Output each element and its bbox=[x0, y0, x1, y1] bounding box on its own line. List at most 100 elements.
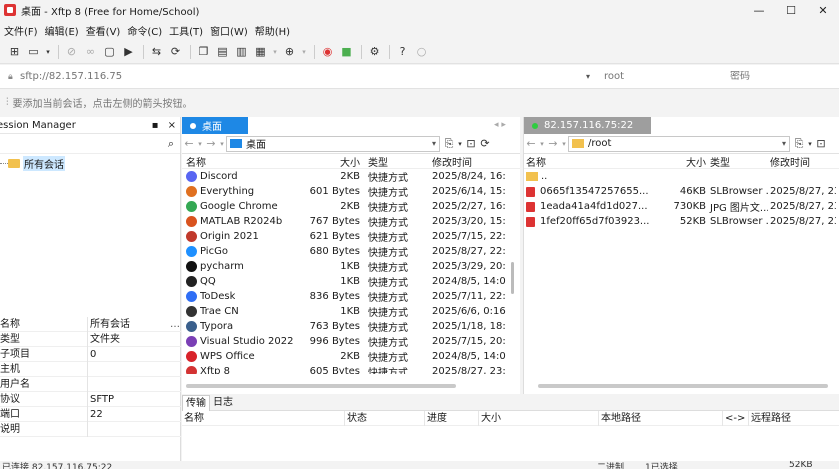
file-row[interactable]: MATLAB R2024b 767 Bytes 快捷方式 2025/3/20, 15: bbox=[182, 214, 520, 229]
refresh-icon[interactable]: ⟳ bbox=[478, 137, 492, 150]
transfer-col-status[interactable]: 状态 bbox=[345, 410, 425, 426]
forward-arrow-icon[interactable]: → bbox=[204, 137, 218, 150]
transfer-col-remote-path[interactable]: 远程路径 bbox=[749, 411, 839, 426]
disconnect-icon[interactable]: ⊘ bbox=[63, 43, 80, 60]
edit-ellipsis-button[interactable]: … bbox=[169, 319, 181, 330]
local-path-box[interactable]: 桌面 ▾ bbox=[226, 135, 440, 152]
password-input[interactable] bbox=[728, 71, 828, 82]
file-row[interactable]: WPS Office 2KB 快捷方式 2024/8/5, 14:0 bbox=[182, 349, 520, 364]
dropdown-icon[interactable]: ▾ bbox=[196, 140, 204, 148]
transfer-col-direction[interactable]: <-> bbox=[723, 410, 749, 426]
column-header-name[interactable]: 名称 bbox=[524, 154, 686, 169]
column-header-type[interactable]: 类型 bbox=[706, 154, 768, 169]
file-row[interactable]: Origin 2021 621 Bytes 快捷方式 2025/7/15, 22: bbox=[182, 229, 520, 244]
dropdown-icon[interactable]: ▾ bbox=[44, 43, 52, 60]
menu-command[interactable]: 命令(C) bbox=[127, 23, 162, 38]
column-header-name[interactable]: 名称 bbox=[182, 154, 304, 169]
file-row[interactable]: Xftp 8 605 Bytes 快捷方式 2025/8/27, 23: bbox=[182, 364, 520, 374]
file-row[interactable]: PicGo 680 Bytes 快捷方式 2025/8/27, 22: bbox=[182, 244, 520, 259]
file-row[interactable]: Visual Studio 2022 996 Bytes 快捷方式 2025/7/15… bbox=[182, 334, 520, 349]
xshell-icon[interactable]: ◉ bbox=[319, 43, 336, 60]
transfer-col-local-path[interactable]: 本地路径 bbox=[599, 410, 723, 426]
dropdown-icon[interactable]: ▾ bbox=[271, 43, 279, 60]
menu-file[interactable]: 文件(F) bbox=[4, 23, 38, 38]
transfer-col-progress[interactable]: 进度 bbox=[425, 410, 479, 426]
dropdown-icon[interactable]: ▾ bbox=[538, 140, 546, 148]
column-header-size[interactable]: 大小 bbox=[304, 154, 362, 169]
path-dropdown-icon[interactable]: ▾ bbox=[782, 139, 786, 148]
file-row[interactable]: 1fef20ff65d7f03923... 52KB SLBrowser ...20… bbox=[524, 214, 839, 229]
column-header-modified[interactable]: 修改时间 bbox=[768, 154, 838, 169]
host-input[interactable] bbox=[20, 71, 586, 82]
local-vertical-scrollbar[interactable] bbox=[511, 262, 514, 294]
dropdown-icon[interactable]: ▾ bbox=[560, 140, 568, 148]
layout-icon[interactable]: ▥ bbox=[233, 43, 250, 60]
dropdown-icon[interactable]: ▾ bbox=[218, 140, 226, 148]
menu-edit[interactable]: 编辑(E) bbox=[45, 23, 79, 38]
file-row[interactable]: .. bbox=[524, 169, 839, 184]
file-row[interactable]: Discord 2KB 快捷方式 2025/8/24, 16: bbox=[182, 169, 520, 184]
window-icon[interactable]: ▢ bbox=[101, 43, 118, 60]
play-terminal-icon[interactable]: ▶ bbox=[120, 43, 137, 60]
host-dropdown-icon[interactable]: ▾ bbox=[586, 72, 600, 81]
menu-view[interactable]: 查看(V) bbox=[86, 23, 121, 38]
remote-path-box[interactable]: /root ▾ bbox=[568, 135, 790, 152]
file-row[interactable]: ToDesk 836 Bytes 快捷方式 2025/7/11, 22: bbox=[182, 289, 520, 304]
menu-help[interactable]: 帮助(H) bbox=[255, 23, 290, 38]
tab-log[interactable]: 日志 bbox=[210, 395, 236, 411]
dropdown-icon[interactable]: ▾ bbox=[806, 140, 814, 148]
column-header-type[interactable]: 类型 bbox=[362, 154, 428, 169]
file-row[interactable]: QQ 1KB 快捷方式 2024/8/5, 14:0 bbox=[182, 274, 520, 289]
bookmark-icon[interactable]: ⎘ bbox=[442, 137, 456, 151]
tab-local-desktop[interactable]: 桌面 bbox=[182, 117, 248, 134]
close-panel-icon[interactable]: × bbox=[168, 120, 176, 131]
dropdown-icon[interactable]: ▾ bbox=[300, 43, 308, 60]
transfer-icon[interactable]: ⇆ bbox=[148, 43, 165, 60]
local-horizontal-scrollbar[interactable] bbox=[186, 384, 456, 388]
property-value[interactable]: 所有会话 bbox=[88, 317, 169, 332]
username-input[interactable] bbox=[600, 71, 728, 82]
add-session-arrow-icon[interactable]: ⫶ bbox=[6, 97, 9, 108]
tab-transfer[interactable]: 传输 bbox=[182, 394, 210, 411]
help-icon[interactable]: ? bbox=[394, 43, 411, 60]
dropdown-icon[interactable]: ▾ bbox=[456, 140, 464, 148]
open-folder-icon[interactable]: ▭ bbox=[25, 43, 42, 60]
column-header-size[interactable]: 大小 bbox=[686, 154, 706, 169]
pin-icon[interactable]: ▪ bbox=[152, 120, 159, 131]
sync-icon[interactable]: ⟳ bbox=[167, 43, 184, 60]
file-row[interactable]: 1eada41a4fd1d027... 730KB JPG 图片文... 2025/8… bbox=[524, 199, 839, 214]
close-window-button[interactable]: ✕ bbox=[807, 0, 839, 20]
tab-scroll-arrows[interactable]: ◂ ▸ bbox=[494, 120, 506, 130]
link-icon[interactable]: ∞ bbox=[82, 43, 99, 60]
settings-gear-icon[interactable]: ⚙ bbox=[366, 43, 383, 60]
menu-window[interactable]: 窗口(W) bbox=[210, 23, 248, 38]
tree-item-all-sessions[interactable]: 所有会话 bbox=[0, 155, 180, 171]
copy-icon[interactable]: ❐ bbox=[195, 43, 212, 60]
remote-horizontal-scrollbar[interactable] bbox=[538, 384, 828, 388]
file-row[interactable]: 0665f13547257655... 46KB SLBrowser ...2025… bbox=[524, 184, 839, 199]
path-dropdown-icon[interactable]: ▾ bbox=[432, 139, 436, 148]
search-icon[interactable]: ⌕ bbox=[168, 137, 174, 151]
view-icon[interactable]: ▦ bbox=[252, 43, 269, 60]
back-arrow-icon[interactable]: ← bbox=[524, 137, 538, 150]
column-header-modified[interactable]: 修改时间 bbox=[428, 154, 508, 169]
paste-icon[interactable]: ▤ bbox=[214, 43, 231, 60]
file-row[interactable]: Typora 763 Bytes 快捷方式 2025/1/18, 18: bbox=[182, 319, 520, 334]
new-session-icon[interactable]: ⊞ bbox=[6, 43, 23, 60]
bookmark-icon[interactable]: ⎘ bbox=[792, 137, 806, 151]
file-row[interactable]: Everything 601 Bytes 快捷方式 2025/6/14, 15: bbox=[182, 184, 520, 199]
menu-tools[interactable]: 工具(T) bbox=[169, 23, 203, 38]
transfer-col-size[interactable]: 大小 bbox=[479, 410, 599, 426]
file-row[interactable]: Google Chrome 2KB 快捷方式 2025/2/27, 16: bbox=[182, 199, 520, 214]
xftp-green-icon[interactable]: ■ bbox=[338, 43, 355, 60]
tab-remote-server[interactable]: 82.157.116.75:22 bbox=[524, 117, 651, 134]
globe-icon[interactable]: ⊕ bbox=[281, 43, 298, 60]
new-folder-icon[interactable]: ⊡ bbox=[464, 137, 478, 150]
file-row[interactable]: pycharm 1KB 快捷方式 2025/3/29, 20: bbox=[182, 259, 520, 274]
minimize-button[interactable]: — bbox=[743, 0, 775, 20]
new-folder-icon[interactable]: ⊡ bbox=[814, 137, 828, 150]
maximize-button[interactable]: ☐ bbox=[775, 0, 807, 20]
forward-arrow-icon[interactable]: → bbox=[546, 137, 560, 150]
back-arrow-icon[interactable]: ← bbox=[182, 137, 196, 150]
file-row[interactable]: Trae CN 1KB 快捷方式 2025/6/6, 0:16 bbox=[182, 304, 520, 319]
